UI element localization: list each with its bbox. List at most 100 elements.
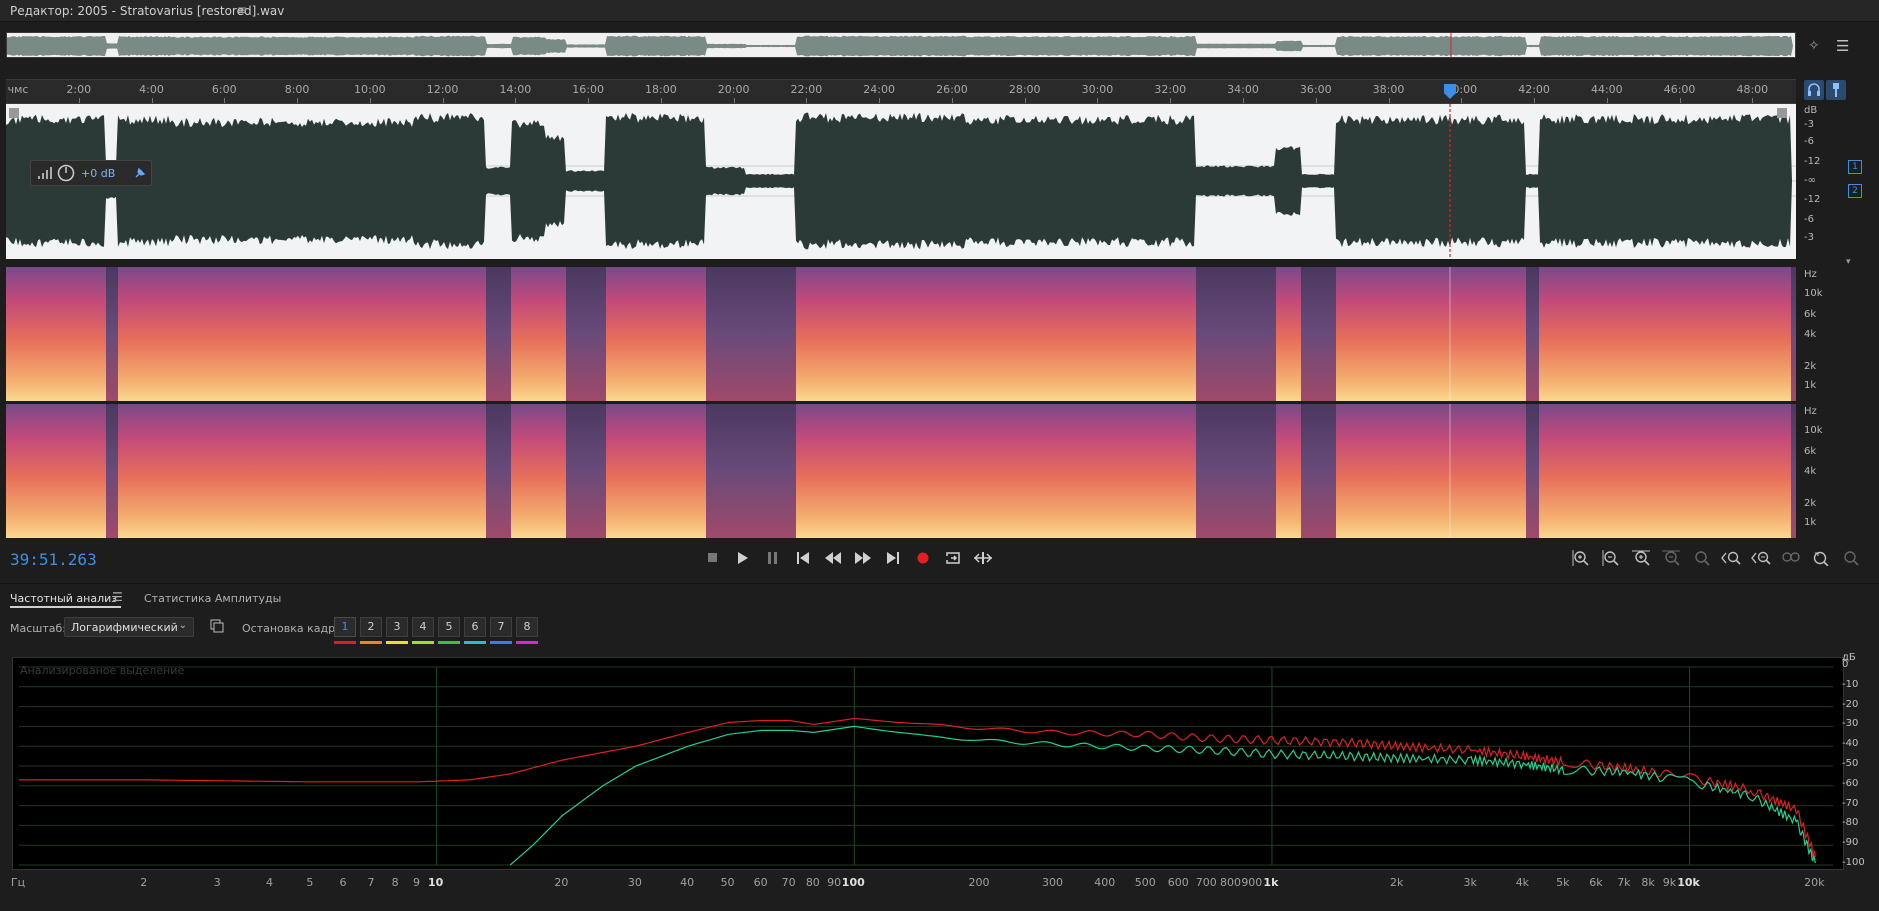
frequency-axis: Гц 2 3 4 5 6 7 8 9 10 20 30 40 50 60 70 80 90 100 200 300 400… [10,876,1844,896]
hud-gain-value: +0 dB [81,167,116,180]
zoom-in-right-icon[interactable] [1720,548,1742,568]
frequency-tick-label: 300 [1042,876,1064,889]
playhead-marker-icon[interactable] [1443,83,1457,103]
freeze-frame-button-3[interactable]: 3 [386,617,408,637]
pause-icon[interactable] [762,548,784,568]
ruler-tick-mark [1170,98,1172,103]
zoom-navigator-icon[interactable]: ✧ [1808,38,1820,54]
db-tick-label: -30 [1842,718,1859,730]
ruler-tick-mark [951,98,953,103]
ruler-tick-label: 42:00 [1518,83,1550,96]
ruler-tick-mark [224,98,226,103]
fast-forward-icon[interactable] [852,548,874,568]
ruler-tick-label: 14:00 [499,83,532,96]
tab-menu-icon[interactable]: ☰ [112,590,123,604]
collapse-arrow-icon[interactable]: ▾ [1846,257,1851,267]
record-icon[interactable] [912,548,934,568]
spectrum-series-0 [19,717,1816,858]
freeze-frame-button-2[interactable]: 2 [360,617,382,637]
zoom-in-time-icon[interactable] [1630,548,1652,568]
frequency-analysis-graph[interactable] [12,657,1844,870]
analysis-panel-tabs: Частотный анализ ☰ Статистика Амплитуды [0,583,1879,611]
db-tick-label: -40 [1842,738,1859,750]
tab-amplitude-statistics[interactable]: Статистика Амплитуды [144,592,281,605]
time-ruler[interactable]: чмс 2:00 4:00 6:00 8:00 10:00 12:00 14:00 16:00… [6,79,1796,104]
overview-navigator[interactable] [6,32,1796,58]
frequency-tick-label: 6 [339,876,347,889]
ruler-tick-mark [369,98,371,103]
zoom-reset-icon[interactable] [1810,548,1832,568]
db-tick-label: -90 [1842,837,1859,849]
hamburger-icon[interactable]: ≡ [237,3,247,17]
spectrogram-channel-1[interactable] [6,267,1796,401]
frequency-tick-label: 2 [140,876,148,889]
stop-icon[interactable] [702,548,724,568]
zoom-out-amplitude-icon[interactable] [1600,548,1622,568]
copy-graph-icon[interactable] [210,619,224,633]
ruler-tick-mark [660,98,662,103]
ruler-tick-label: 22:00 [790,83,823,96]
zoom-in-amplitude-icon[interactable] [1570,548,1592,568]
pin-icon[interactable] [1826,80,1846,100]
db-tick-label: -10 [1842,678,1859,690]
freeze-frame-color-swatch [438,641,460,644]
ruler-tick-mark [78,98,80,103]
db-tick-label: -100 [1842,857,1865,868]
waveform-display[interactable] [6,104,1796,259]
play-icon[interactable] [732,548,754,568]
db-label: -12 [1804,156,1821,167]
freeze-frame-button-1[interactable]: 1 [334,617,356,637]
frequency-tick-label: 8k [1641,876,1655,889]
db-tick-label: -20 [1842,698,1859,710]
pin-hud-icon[interactable] [133,166,147,180]
spectrogram-channel-2[interactable] [6,404,1796,538]
loop-icon[interactable] [942,548,964,568]
db-tick-label: -60 [1842,777,1859,789]
db-tick-label: -80 [1842,817,1859,829]
scale-dropdown[interactable]: Логарифмический ⌄ [64,617,194,637]
channel-1-toggle[interactable]: 1 [1848,160,1862,174]
volume-knob-icon[interactable] [57,164,75,182]
skip-selection-icon[interactable] [972,548,994,568]
ruler-tick-label: 6:00 [211,83,237,96]
frequency-tick-label: 5 [306,876,314,889]
skip-to-start-icon[interactable] [792,548,814,568]
ruler-tick-label: 2:00 [66,83,92,96]
ruler-tick-mark [1752,98,1754,103]
frequency-tick-label: Гц [10,876,26,889]
freeze-frame-button-5[interactable]: 5 [438,617,460,637]
current-time-display[interactable]: 39:51.263 [10,550,97,569]
db-tick-label: -50 [1842,758,1859,769]
zoom-in-left-icon[interactable] [1690,548,1712,568]
frequency-tick-label: 4k [1515,876,1530,889]
scale-label: Масштаб: [10,622,66,635]
freeze-frame-button-8[interactable]: 8 [516,617,538,637]
panel-options-icon[interactable]: ☰ [1836,37,1849,55]
zoom-out-full-icon[interactable] [1750,548,1772,568]
hud-volume-control[interactable]: +0 dB [30,160,152,186]
frequency-tick-label: 800 [1219,876,1241,889]
zoom-in-selection-icon[interactable] [1780,548,1802,568]
ruler-tick-label: 44:00 [1590,83,1623,96]
hz-label: 2k [1804,498,1817,509]
ruler-tick-label: 16:00 [572,83,604,96]
headphones-icon[interactable] [1804,80,1824,100]
overview-wave-svg [7,33,1795,57]
freeze-frame-button-7[interactable]: 7 [490,617,512,637]
frequency-tick-label: 7 [367,876,375,889]
zoom-out-time-icon[interactable] [1660,548,1682,568]
frequency-tick-label: 2k [1389,876,1404,889]
channel-2-toggle[interactable]: 2 [1848,184,1862,198]
freeze-frame-button-6[interactable]: 6 [464,617,486,637]
spectrogram-hz-scale-1: Hz 10k 6k 4k 2k 1k [1800,267,1860,401]
tab-frequency-analysis[interactable]: Частотный анализ [10,592,117,605]
ruler-tick-label: 34:00 [1227,83,1259,96]
skip-to-end-icon[interactable] [882,548,904,568]
zoom-max-icon[interactable] [1840,548,1862,568]
ruler-tick-mark [1024,98,1026,103]
rewind-icon[interactable] [822,548,844,568]
ruler-tick-mark [1242,98,1244,103]
ruler-tick-mark [1679,98,1681,103]
hz-label: 2k [1804,361,1817,372]
freeze-frame-button-4[interactable]: 4 [412,617,434,637]
